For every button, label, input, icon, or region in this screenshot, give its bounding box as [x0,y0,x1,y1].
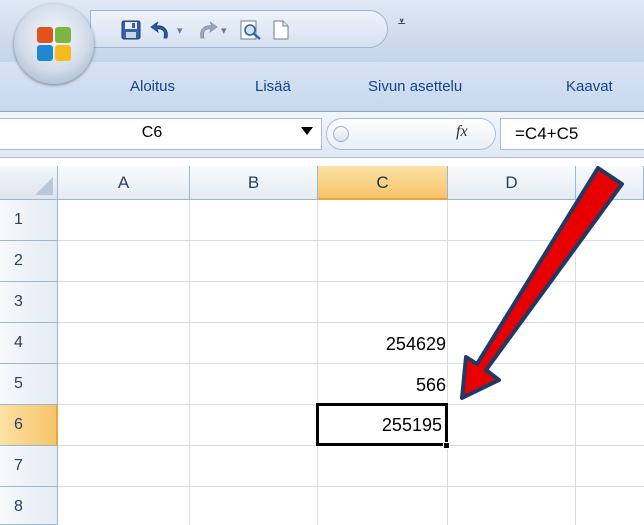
gridline [58,240,644,241]
undo-icon[interactable] [149,17,173,43]
tab-lisaa[interactable]: Lisää [255,78,291,95]
office-logo-icon [37,27,71,61]
name-box[interactable]: C6 [0,118,322,150]
column-header-d[interactable]: D [448,166,576,200]
row-header-5[interactable]: 5 [0,364,58,405]
customize-qat-icon[interactable]: ⩡ [398,14,405,30]
row-header-6[interactable]: 6 [0,405,58,446]
row-header-3[interactable]: 3 [0,282,58,323]
gridline [58,486,644,487]
cell-c5[interactable]: 566 [316,375,446,396]
print-preview-icon[interactable] [239,17,263,43]
redo-icon[interactable] [195,17,219,43]
office-button[interactable] [14,4,94,84]
cell-c6[interactable]: 255195 [312,415,442,436]
row-header-8[interactable]: 8 [0,487,58,525]
formula-bar: C6 fx =C4+C5 [0,112,644,158]
save-icon[interactable] [121,17,141,43]
formula-value: =C4+C5 [515,124,579,143]
tab-kaavat[interactable]: Kaavat [566,78,613,95]
cell-c4[interactable]: 254629 [316,334,446,355]
new-document-icon[interactable] [271,17,291,43]
column-header-e[interactable]: E [576,166,644,200]
gridline [58,281,644,282]
select-all-icon [35,177,53,195]
row-header-1[interactable]: 1 [0,200,58,241]
name-box-value: C6 [141,124,163,141]
undo-dropdown-icon[interactable]: ▾ [177,24,183,37]
ribbon-tabs: Aloitus Lisää Sivun asettelu Kaavat [0,62,644,112]
chevron-down-icon[interactable] [301,127,313,135]
worksheet-grid: A B C D E 1 2 3 4 5 6 7 8 254629 566 255… [0,158,644,525]
insert-function-icon[interactable]: fx [456,123,468,141]
quick-access-toolbar: ▾ ▾ [90,10,388,48]
row-header-2[interactable]: 2 [0,241,58,282]
redo-dropdown-icon[interactable]: ▾ [221,24,227,37]
gridline [58,322,644,323]
row-header-4[interactable]: 4 [0,323,58,364]
tab-aloitus[interactable]: Aloitus [130,78,175,95]
column-header-a[interactable]: A [58,166,190,200]
formula-controls [326,118,496,150]
tab-sivun-asettelu[interactable]: Sivun asettelu [368,78,462,95]
formula-input[interactable]: =C4+C5 [500,118,644,150]
resize-knob-icon[interactable] [333,126,349,142]
row-header-7[interactable]: 7 [0,446,58,487]
gridline [58,363,644,364]
select-all-button[interactable] [0,166,58,200]
fill-handle[interactable] [443,442,450,449]
column-header-b[interactable]: B [190,166,318,200]
column-header-c[interactable]: C [318,166,448,200]
title-bar: ▾ ▾ ⩡ [0,0,644,62]
